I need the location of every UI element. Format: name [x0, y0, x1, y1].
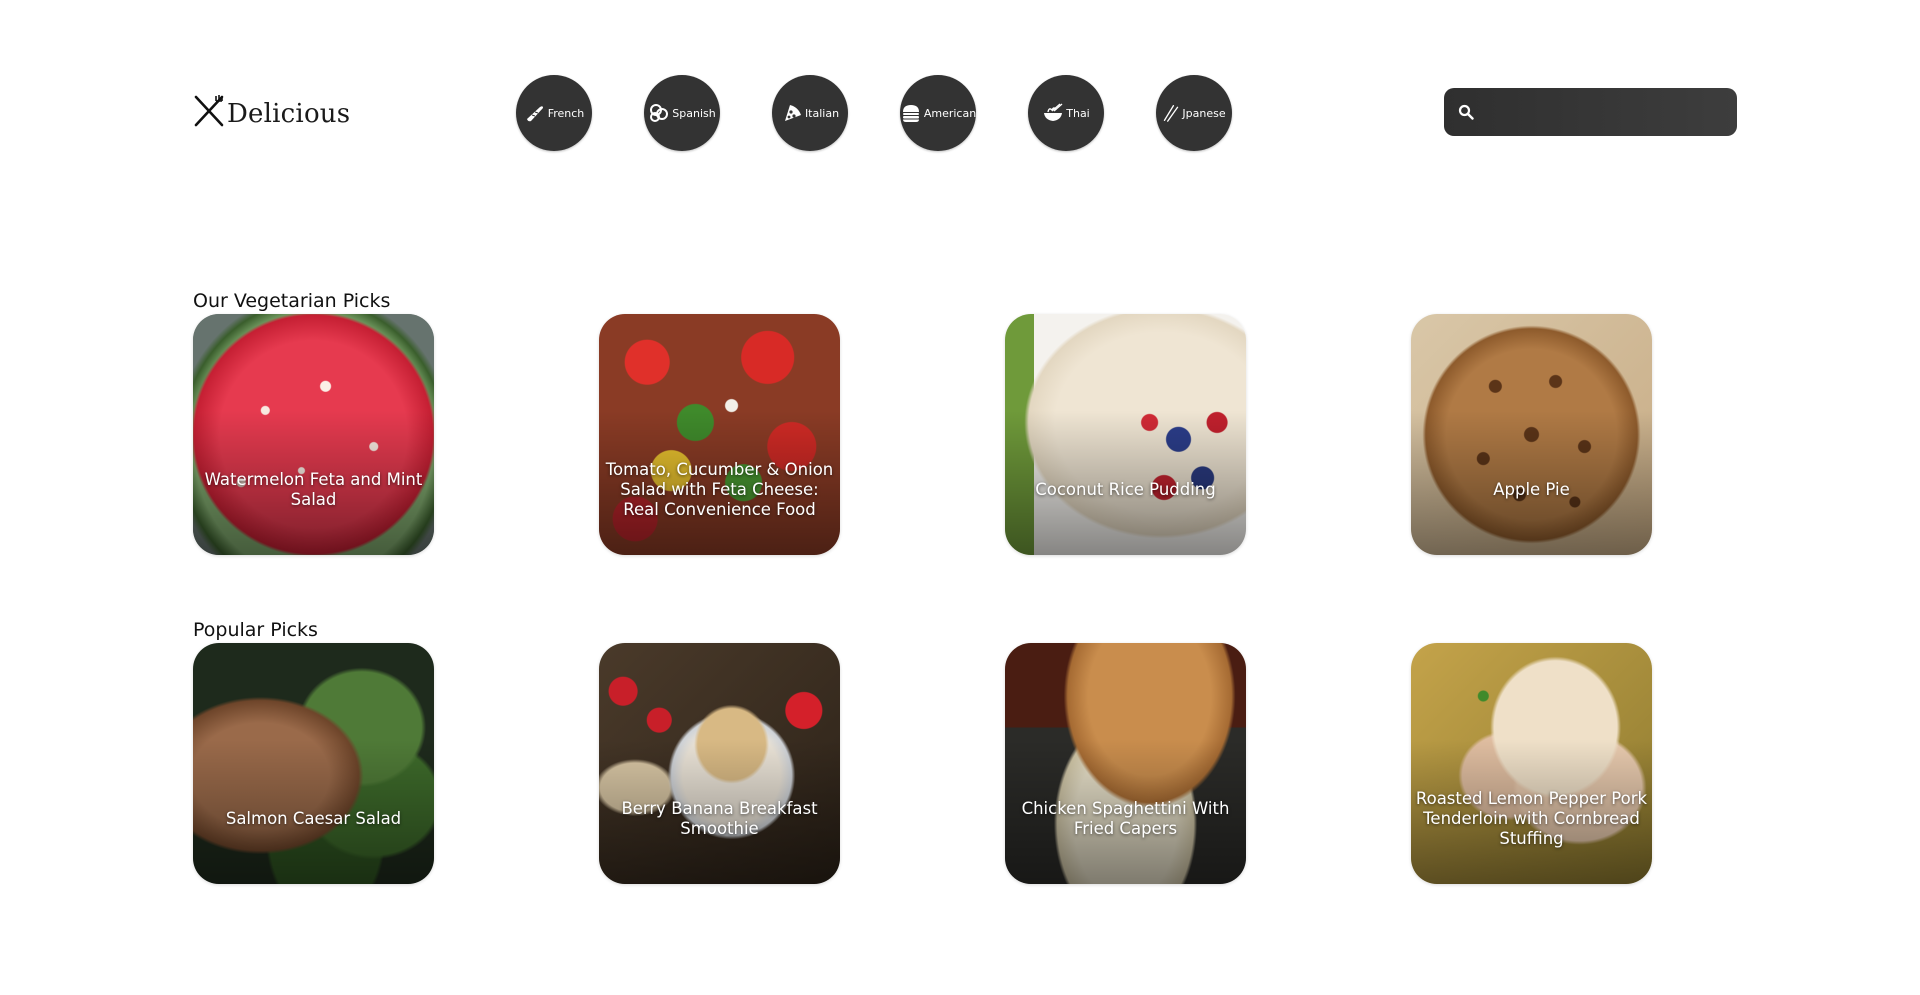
cuisine-label: Spanish	[672, 106, 716, 120]
vegetarian-picks-section: Our Vegetarian Picks Watermelon Feta and…	[193, 290, 1652, 555]
cuisine-button-japanese[interactable]: Jpanese	[1156, 75, 1232, 151]
logo-text: Delicious	[227, 99, 351, 129]
card-row: Watermelon Feta and Mint Salad Tomato, C…	[193, 314, 1652, 555]
cuisine-label: Italian	[804, 106, 840, 120]
burger-icon	[902, 105, 919, 122]
card-row: Salmon Caesar Salad Berry Banana Breakfa…	[193, 643, 1652, 884]
baguette-icon	[526, 106, 543, 122]
recipe-title: Chicken Spaghettini With Fried Capers	[1021, 799, 1230, 838]
pizza-icon	[784, 105, 801, 121]
cuisine-label: American	[923, 106, 977, 120]
noodle-bowl-icon	[1044, 103, 1063, 121]
logo-link[interactable]: Delicious	[193, 94, 350, 128]
cuisine-label: Thai	[1066, 106, 1090, 120]
cuisine-button-italian[interactable]: Italian	[772, 75, 848, 151]
recipe-title: Coconut Rice Pudding	[1035, 480, 1216, 499]
recipe-card[interactable]: Salmon Caesar Salad	[193, 643, 434, 884]
search-icon	[1458, 104, 1474, 120]
recipe-title: Watermelon Feta and Mint Salad	[204, 470, 423, 509]
recipe-card[interactable]: Watermelon Feta and Mint Salad	[193, 314, 434, 555]
section-title: Our Vegetarian Picks	[193, 290, 391, 312]
recipe-title: Berry Banana Breakfast Smoothie	[621, 799, 818, 838]
recipe-card[interactable]: Apple Pie	[1411, 314, 1652, 555]
recipe-card[interactable]: Roasted Lemon Pepper Pork Tenderloin wit…	[1411, 643, 1652, 884]
recipe-title: Roasted Lemon Pepper Pork Tenderloin wit…	[1415, 789, 1648, 848]
chopsticks-icon	[1164, 104, 1179, 122]
cuisine-button-french[interactable]: French	[516, 75, 592, 151]
recipe-card[interactable]: Tomato, Cucumber & Onion Salad with Feta…	[599, 314, 840, 555]
cuisine-label: Jpanese	[1182, 106, 1226, 120]
cuisine-nav: French Spanish Italian American Thai Jpa…	[516, 75, 1232, 151]
cuisine-button-spanish[interactable]: Spanish	[644, 75, 720, 151]
cuisine-button-american[interactable]: American	[900, 75, 976, 151]
page: Delicious French Spanish Italian America…	[0, 0, 1920, 995]
search-input[interactable]	[1474, 88, 1737, 136]
recipe-title: Tomato, Cucumber & Onion Salad with Feta…	[605, 460, 834, 519]
section-title: Popular Picks	[193, 619, 318, 641]
search-bar[interactable]	[1444, 88, 1737, 136]
recipe-card[interactable]: Chicken Spaghettini With Fried Capers	[1005, 643, 1246, 884]
recipe-card[interactable]: Coconut Rice Pudding	[1005, 314, 1246, 555]
fork-knife-icon	[194, 95, 224, 127]
paella-icon	[650, 104, 669, 122]
cuisine-label: French	[547, 106, 585, 120]
recipe-title: Salmon Caesar Salad	[225, 809, 402, 828]
recipe-title: Apple Pie	[1493, 480, 1570, 499]
cuisine-button-thai[interactable]: Thai	[1028, 75, 1104, 151]
popular-picks-section: Popular Picks Salmon Caesar Salad Berry …	[193, 619, 1652, 884]
recipe-card[interactable]: Berry Banana Breakfast Smoothie	[599, 643, 840, 884]
